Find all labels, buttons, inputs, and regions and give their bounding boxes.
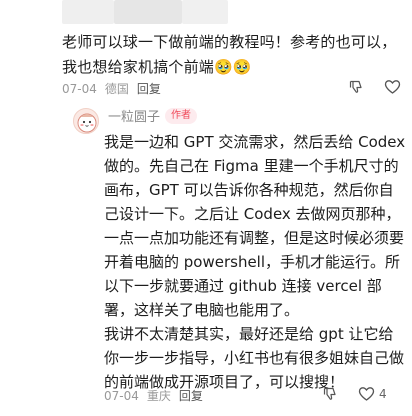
author-reply-text: 我是一边和 GPT 交流需求，然后丢给 Codex 做的。先自己在 Figma … (104, 130, 408, 394)
reply-paragraph: 我讲不太清楚其实，最好还是给 gpt 让它给你一步一步指导，小红书也有很多姐妹自… (104, 325, 405, 391)
reply-date: 07-04 (104, 388, 139, 403)
comment-text: 老师可以球一下做前端的教程吗！参考的也可以，我也想给家机搞个前端🥹🥹 (62, 33, 397, 76)
like-button[interactable]: 4 (358, 386, 387, 402)
comment-date: 07-04 (62, 81, 97, 96)
avatar[interactable] (73, 108, 99, 134)
reply-location: 重庆 (146, 389, 171, 403)
reply-meta: 07-04 重庆 回复 (104, 387, 203, 404)
comment-meta: 07-04 德国 回复 (62, 80, 161, 97)
like-button[interactable] (384, 79, 401, 95)
like-count: 4 (379, 387, 387, 401)
comment-location: 德国 (104, 82, 129, 96)
heart-icon (384, 80, 401, 94)
thumb-down-icon (323, 387, 336, 400)
dislike-button[interactable] (322, 386, 338, 402)
blurred-region (182, 0, 228, 24)
reply-paragraph: 我是一边和 GPT 交流需求，然后丢给 Codex 做的。先自己在 Figma … (104, 133, 406, 319)
author-name[interactable]: 一粒圆子 (108, 106, 160, 125)
avatar-illustration-icon (77, 113, 97, 133)
reply-button[interactable]: 回复 (137, 80, 161, 97)
dislike-button[interactable] (348, 79, 364, 95)
blurred-region (114, 0, 182, 24)
comment-author: 一粒圆子 作者 (108, 106, 198, 125)
heart-icon (358, 387, 375, 401)
blurred-region (62, 0, 114, 24)
previous-comment-blurred (0, 0, 412, 26)
reply-button[interactable]: 回复 (179, 387, 203, 404)
author-badge: 作者 (165, 107, 198, 124)
thumb-down-icon (349, 80, 362, 93)
